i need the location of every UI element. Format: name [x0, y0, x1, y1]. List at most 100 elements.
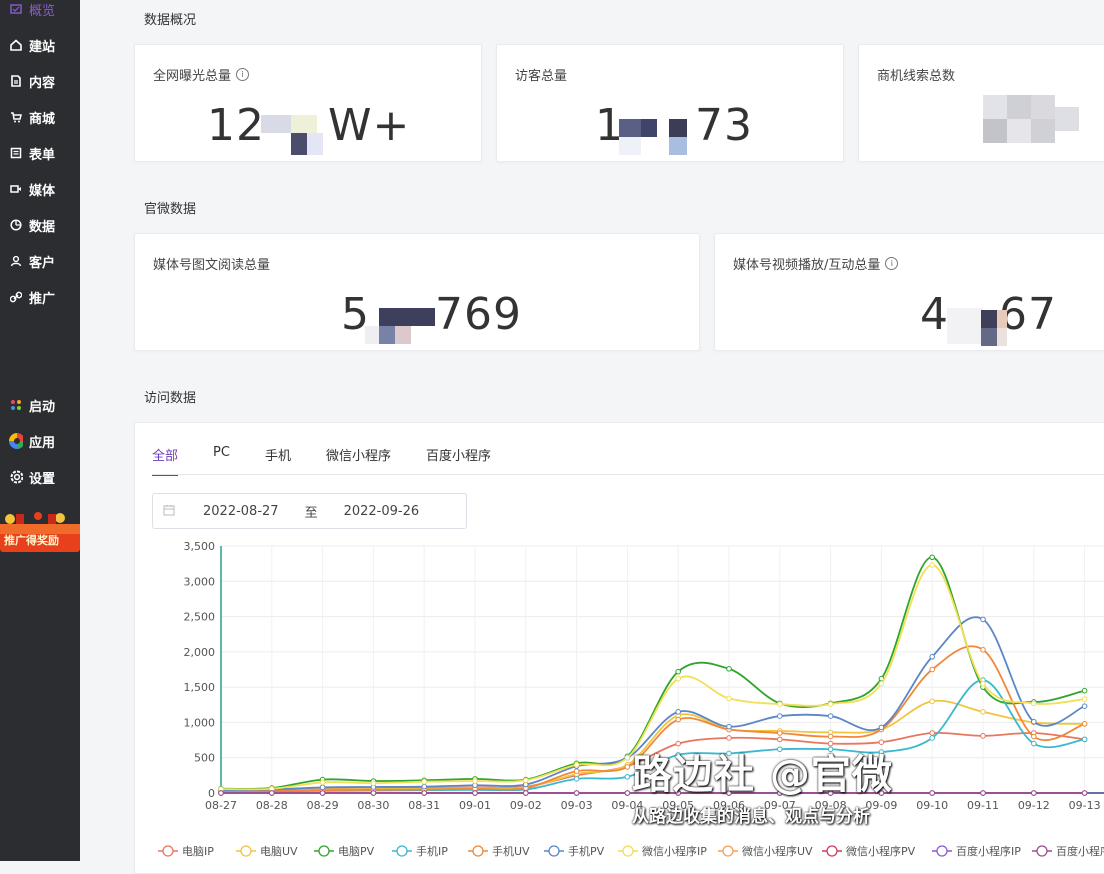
watermark-title: 路边社 @官微	[632, 752, 893, 798]
data-point	[472, 790, 478, 796]
x-tick-label: 08-30	[357, 799, 389, 812]
data-point	[878, 724, 885, 731]
data-point	[827, 701, 834, 707]
y-tick-label: 2,500	[184, 611, 216, 624]
data-point	[929, 562, 936, 568]
data-point	[675, 709, 682, 715]
legend-marker	[162, 845, 174, 857]
y-tick-label: 3,500	[184, 540, 216, 553]
data-point	[624, 790, 631, 796]
data-point	[929, 735, 936, 741]
data-point	[1031, 790, 1037, 796]
data-point	[777, 736, 783, 743]
data-point	[675, 668, 682, 675]
x-tick-label: 08-31	[408, 799, 440, 812]
data-point	[1031, 718, 1037, 725]
legend-label: 百度小程序IP	[956, 844, 1021, 858]
data-point	[980, 790, 986, 796]
data-point	[827, 713, 834, 719]
legend-marker	[548, 845, 560, 857]
legend-marker	[826, 845, 838, 857]
legend-marker	[936, 845, 948, 857]
legend-label: 微信小程序UV	[742, 844, 813, 858]
visits-line-chart: 08-27 08-28 08-29 08-30 08-31 09-01 09-02 09-03…	[158, 540, 1104, 858]
data-point	[1081, 790, 1088, 796]
watermark: 路边社 @官微 从路边收集的消息、观点与分析	[632, 742, 893, 827]
data-point	[929, 666, 936, 673]
data-point	[980, 733, 986, 739]
watermark-subtitle: 从路边收集的消息、观点与分析	[632, 807, 870, 827]
y-tick-label: 0	[208, 787, 215, 800]
data-point	[624, 754, 631, 761]
legend-label: 电脑IP	[182, 845, 214, 858]
data-point	[472, 778, 478, 784]
data-point	[319, 790, 326, 796]
y-tick-label: 1,500	[184, 681, 216, 694]
data-point	[624, 773, 631, 780]
legend-label: 百度小程序PV	[1056, 844, 1104, 858]
data-point	[624, 764, 631, 770]
x-tick-label: 08-29	[307, 799, 339, 812]
data-point	[269, 790, 275, 796]
x-tick-label: 09-03	[561, 799, 593, 812]
data-point	[370, 780, 377, 786]
y-tick-label: 1,000	[184, 716, 216, 729]
data-point	[421, 778, 428, 785]
legend-marker	[318, 845, 330, 857]
legend-label: 手机PV	[568, 844, 605, 858]
data-point	[929, 554, 936, 561]
legend-marker	[396, 845, 408, 857]
data-point	[218, 790, 224, 796]
data-point	[370, 790, 377, 796]
data-point	[1031, 740, 1037, 747]
data-point	[726, 723, 732, 730]
data-point	[827, 733, 834, 740]
data-point	[675, 675, 682, 682]
legend-label: 手机IP	[416, 844, 448, 858]
legend-label: 微信小程序IP	[642, 844, 707, 858]
data-point	[1081, 721, 1088, 727]
data-point	[929, 698, 936, 705]
x-tick-label: 09-11	[967, 799, 999, 812]
data-point	[523, 777, 529, 784]
legend-label: 手机UV	[492, 844, 530, 858]
y-tick-label: 500	[194, 752, 215, 765]
x-tick-label: 09-12	[1018, 799, 1050, 812]
data-point	[319, 779, 326, 786]
data-point	[573, 761, 580, 768]
data-point	[929, 653, 936, 660]
data-point	[878, 680, 885, 687]
x-tick-label: 09-01	[459, 799, 491, 812]
data-point	[980, 646, 986, 653]
data-point	[726, 735, 732, 741]
data-point	[1081, 696, 1088, 702]
legend-marker	[240, 845, 252, 857]
legend-marker	[722, 845, 734, 857]
data-point	[777, 713, 783, 719]
data-point	[1081, 703, 1088, 709]
legend-marker	[622, 845, 634, 857]
legend-label: 电脑PV	[338, 845, 375, 858]
data-point	[523, 790, 529, 796]
x-tick-label: 09-13	[1069, 799, 1101, 812]
legend-marker	[1036, 845, 1048, 857]
data-point	[777, 730, 783, 736]
y-tick-label: 2,000	[184, 646, 216, 659]
legend-marker	[472, 845, 484, 857]
legend-label: 电脑UV	[260, 845, 298, 858]
y-tick-label: 3,000	[184, 575, 216, 588]
data-point	[573, 790, 580, 796]
data-point	[726, 665, 732, 672]
data-point	[726, 695, 732, 702]
legend-label: 微信小程序PV	[846, 844, 916, 858]
data-point	[319, 784, 326, 791]
data-point	[980, 709, 986, 715]
data-point	[1031, 733, 1037, 740]
data-point	[980, 616, 986, 623]
data-point	[929, 730, 936, 736]
data-point	[421, 783, 428, 790]
data-point	[675, 716, 682, 723]
data-point	[573, 776, 580, 782]
data-point	[1081, 736, 1088, 743]
x-tick-label: 09-10	[916, 799, 948, 812]
